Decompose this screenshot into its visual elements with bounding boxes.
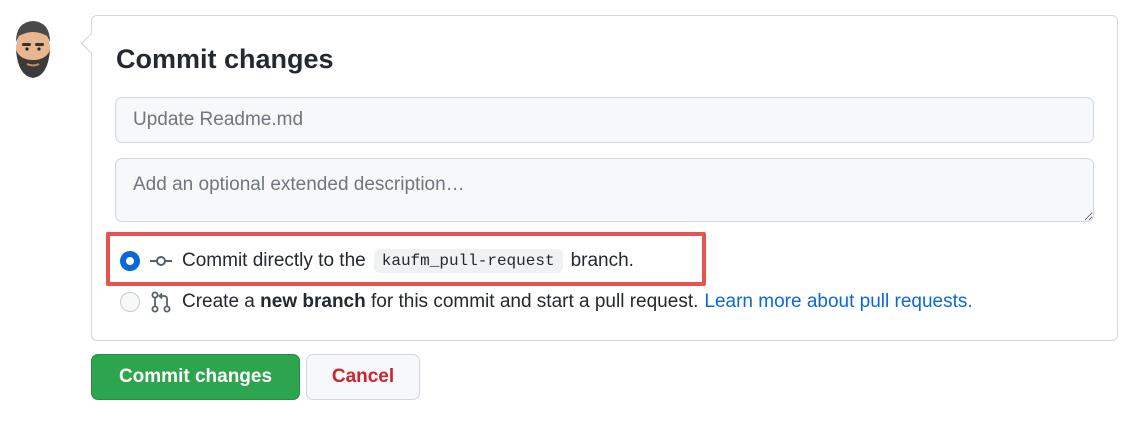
learn-more-link[interactable]: Learn more about pull requests. (704, 291, 972, 313)
commit-direct-option[interactable]: Commit directly to the kaufm_pull-reques… (120, 249, 634, 273)
commit-form-title: Commit changes (116, 44, 334, 74)
commit-direct-text-suffix: branch. (570, 250, 634, 271)
commit-changes-button[interactable]: Commit changes (91, 354, 300, 400)
new-branch-radio[interactable] (120, 292, 140, 312)
commit-direct-radio[interactable] (120, 251, 140, 271)
commit-direct-text: Commit directly to the (182, 250, 366, 271)
git-commit-icon (150, 256, 172, 266)
branch-name: kaufm_pull-request (373, 249, 563, 273)
avatar (16, 21, 50, 78)
git-pull-request-icon (151, 291, 171, 313)
commit-message-input[interactable] (115, 97, 1094, 143)
new-branch-bold: new branch (260, 291, 366, 312)
new-branch-text: Create a (182, 291, 255, 312)
cancel-button[interactable]: Cancel (306, 354, 420, 400)
new-branch-option[interactable]: Create a new branch for this commit and … (120, 290, 973, 314)
new-branch-text-suffix: for this commit and start a pull request… (371, 291, 699, 312)
commit-description-textarea[interactable] (115, 158, 1094, 222)
